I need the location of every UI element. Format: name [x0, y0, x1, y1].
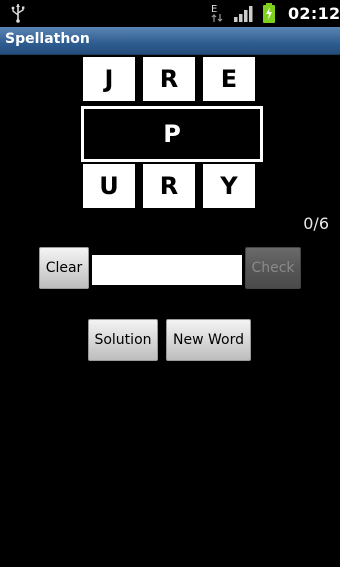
usb-icon — [11, 4, 25, 23]
check-button[interactable]: Check — [245, 247, 301, 289]
status-clock: 02:12 — [288, 4, 340, 23]
letter-tile-bottom-1: U — [83, 164, 135, 208]
score-counter: 0/6 — [303, 214, 329, 233]
letter-tile-bottom-3: Y — [203, 164, 255, 208]
word-input[interactable] — [92, 255, 242, 285]
app-title: Spellathon — [5, 31, 90, 47]
network-label: E — [211, 4, 217, 15]
letter-tile-bottom-2: R — [143, 164, 195, 208]
center-letter-tile: P — [81, 106, 263, 162]
app-title-bar: Spellathon — [0, 27, 340, 55]
letter-tile-top-1: J — [83, 57, 135, 101]
letter-tile-top-3: E — [203, 57, 255, 101]
new-word-button[interactable]: New Word — [166, 319, 251, 361]
battery-charging-icon — [263, 3, 275, 23]
letter-tile-top-2: R — [143, 57, 195, 101]
status-bar: E 02:12 — [0, 0, 340, 27]
solution-button[interactable]: Solution — [88, 319, 158, 361]
clear-button[interactable]: Clear — [39, 247, 89, 289]
signal-icon — [234, 6, 253, 22]
edge-network-icon: E — [211, 4, 223, 22]
